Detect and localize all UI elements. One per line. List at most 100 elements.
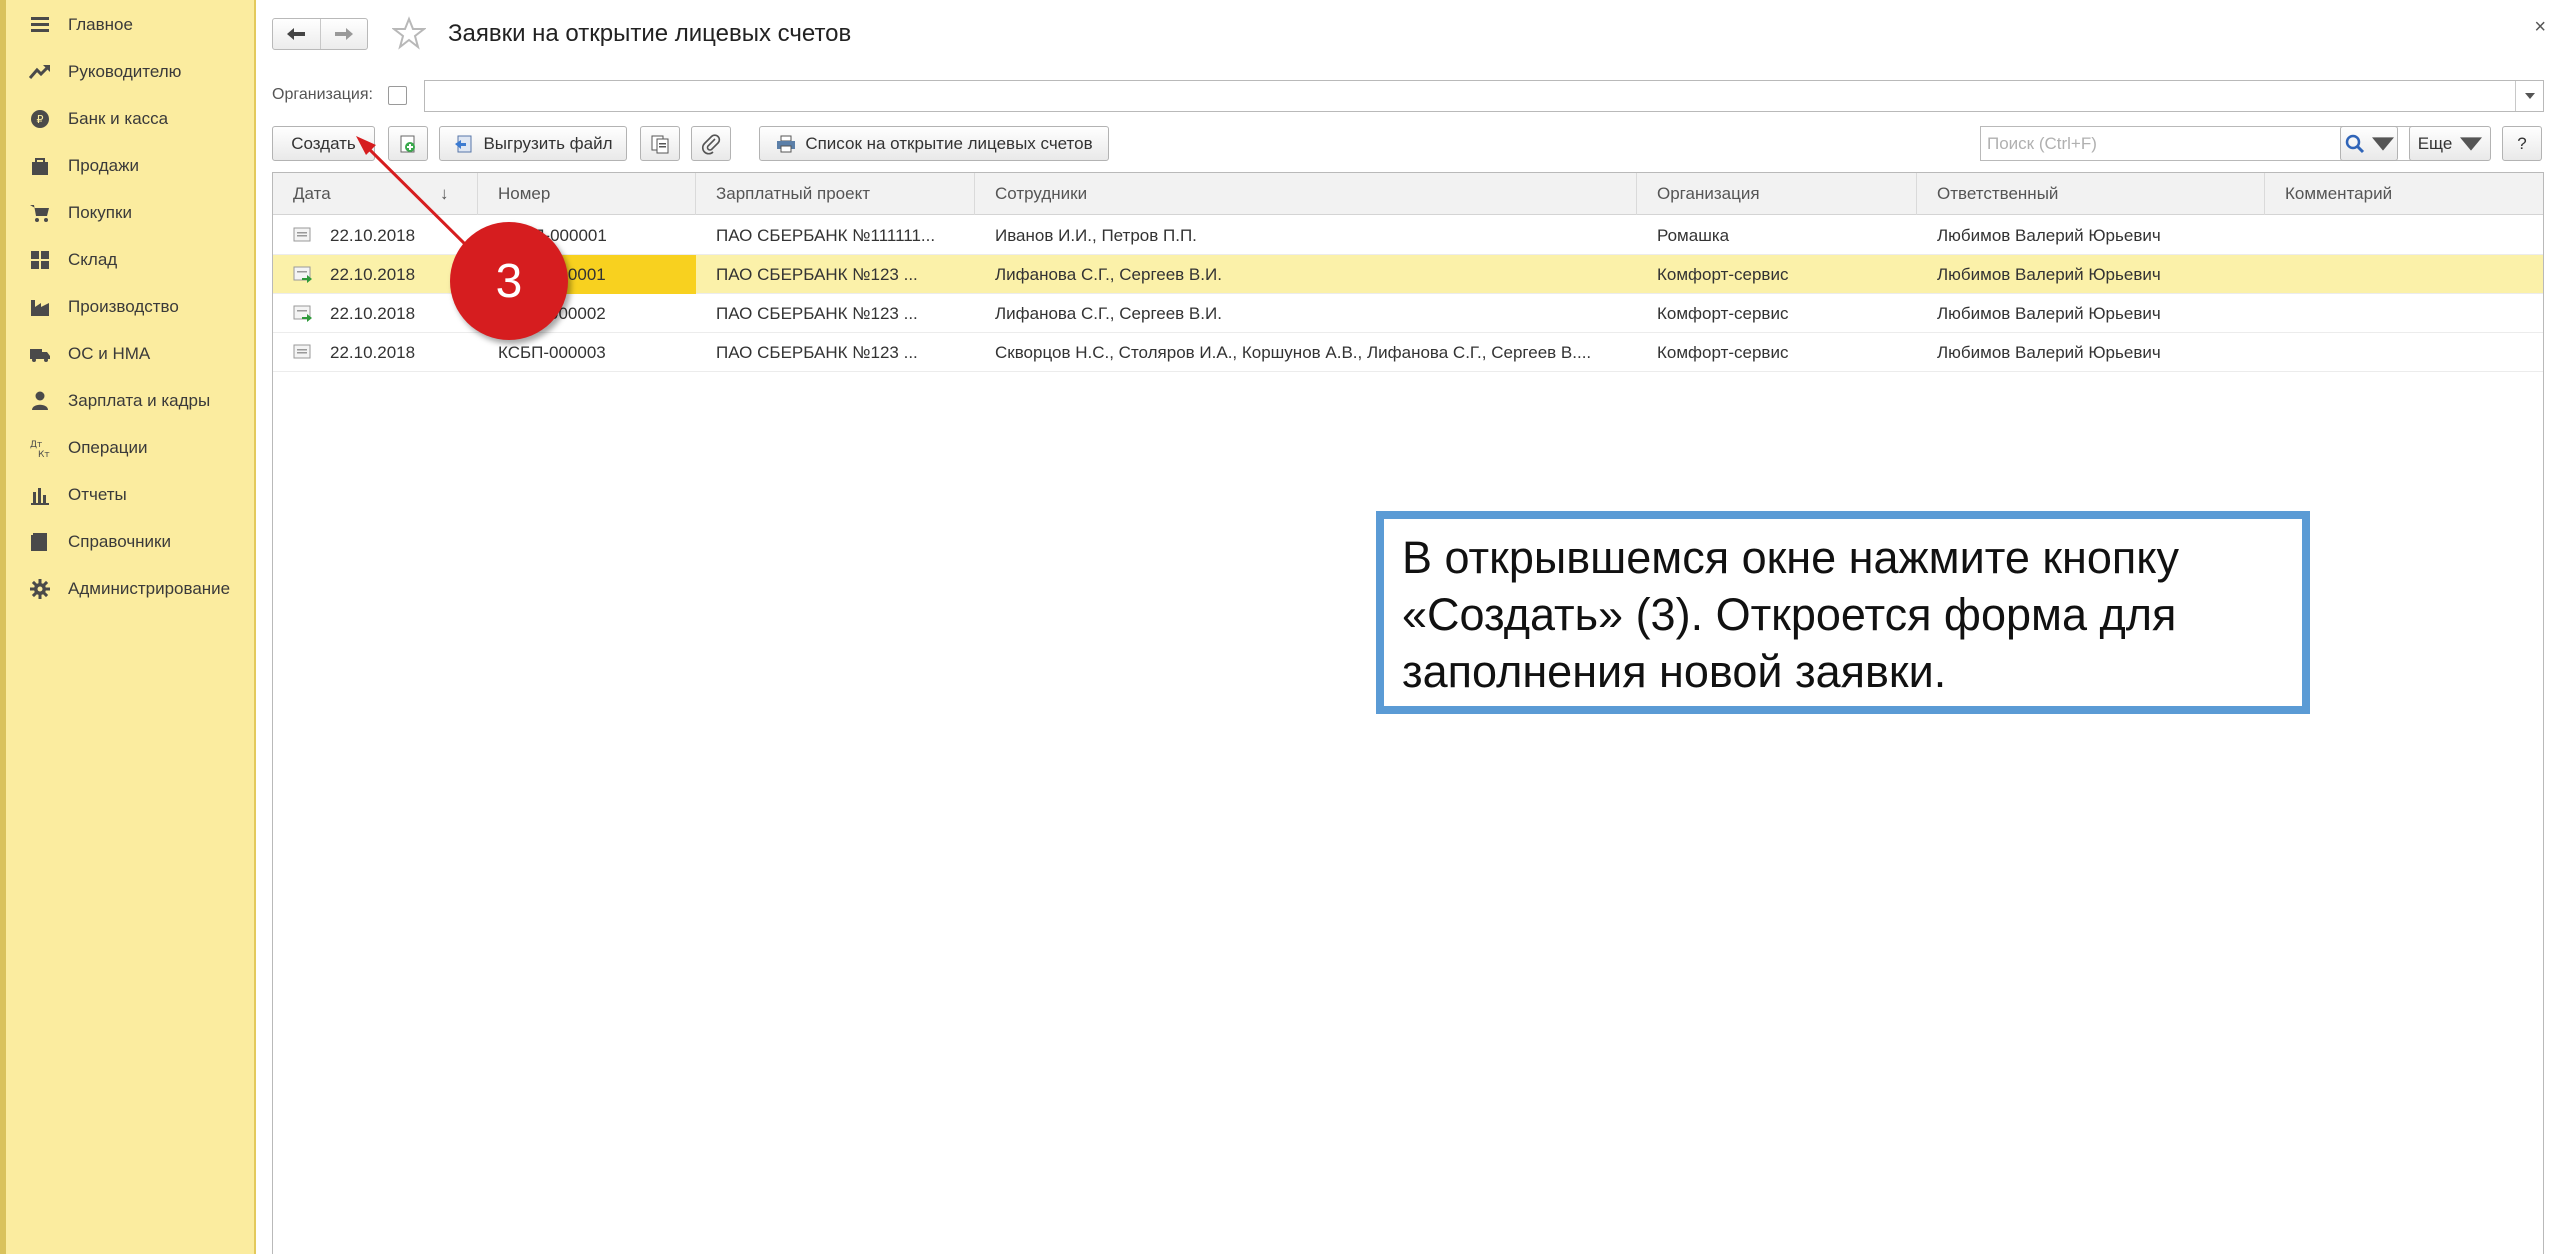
print-forms-button[interactable] xyxy=(640,126,680,161)
sidebar-item-references[interactable]: Справочники xyxy=(28,522,171,562)
cell-responsible: Любимов Валерий Юрьевич xyxy=(1937,226,2161,245)
help-button-label: ? xyxy=(2517,133,2527,153)
column-employees[interactable]: Сотрудники xyxy=(975,173,1637,215)
sidebar-item-bank[interactable]: ₽ Банк и касса xyxy=(28,99,168,139)
sidebar-item-label: Справочники xyxy=(68,532,171,551)
cell-organization: Комфорт-сервис xyxy=(1657,304,1789,323)
create-button-label: Создать xyxy=(291,133,356,153)
page-title: Заявки на открытие лицевых счетов xyxy=(448,20,852,47)
sidebar-item-label: Отчеты xyxy=(68,485,127,504)
sidebar-item-operations[interactable]: Дт Кт Операции xyxy=(28,428,148,468)
person-icon xyxy=(28,389,52,413)
export-file-label: Выгрузить файл xyxy=(483,133,613,153)
sidebar-item-purchases[interactable]: Покупки xyxy=(28,193,132,233)
help-button[interactable]: ? xyxy=(2502,126,2542,161)
add-document-icon xyxy=(400,135,415,152)
cell-comment xyxy=(2265,255,2543,294)
favorite-star-icon[interactable] xyxy=(392,16,426,50)
copy-button[interactable] xyxy=(388,126,428,161)
trend-icon xyxy=(28,60,52,84)
cell-comment xyxy=(2265,216,2543,255)
svg-text:Кт: Кт xyxy=(38,450,50,459)
sidebar-item-label: Руководителю xyxy=(68,62,182,81)
sidebar-item-label: Продажи xyxy=(68,156,139,175)
search-options-button[interactable] xyxy=(2340,126,2398,161)
gear-icon xyxy=(28,577,52,601)
sidebar-item-salary[interactable]: Зарплата и кадры xyxy=(28,381,210,421)
sidebar: Главное Руководителю ₽ Банк и касса Прод… xyxy=(0,0,256,1254)
cell-organization: Ромашка xyxy=(1657,226,1730,245)
cell-comment xyxy=(2265,333,2543,372)
cell-project: ПАО СБЕРБАНК №123 ... xyxy=(716,265,918,284)
sidebar-item-label: Покупки xyxy=(68,203,132,222)
cell-employees: Лифанова С.Г., Сергеев В.И. xyxy=(995,265,1222,284)
table-row[interactable]: 22.10.2018 КСБП-000002 ПАО СБЕРБАНК №123… xyxy=(273,294,2543,333)
history-nav xyxy=(272,18,368,50)
column-number[interactable]: Номер xyxy=(478,173,696,215)
cell-comment xyxy=(2265,294,2543,333)
cell-project: ПАО СБЕРБАНК №111111... xyxy=(716,226,936,245)
create-button[interactable]: Создать xyxy=(272,126,375,161)
sidebar-item-warehouse[interactable]: Склад xyxy=(28,240,117,280)
column-project[interactable]: Зарплатный проект xyxy=(696,173,975,215)
cell-responsible: Любимов Валерий Юрьевич xyxy=(1937,304,2161,323)
cell-employees: Иванов И.И., Петров П.П. xyxy=(995,226,1197,245)
posted-document-icon xyxy=(293,266,312,283)
grid-icon xyxy=(28,248,52,272)
svg-text:Дт: Дт xyxy=(30,440,42,450)
app-window: Главное Руководителю ₽ Банк и касса Прод… xyxy=(0,0,2560,1254)
sidebar-item-reports[interactable]: Отчеты xyxy=(28,475,127,515)
column-responsible[interactable]: Ответственный xyxy=(1917,173,2265,215)
cell-responsible: Любимов Валерий Юрьевич xyxy=(1937,343,2161,362)
cell-organization: Комфорт-сервис xyxy=(1657,343,1789,362)
sidebar-item-assets[interactable]: ОС и НМА xyxy=(28,334,150,374)
sidebar-item-manager[interactable]: Руководителю xyxy=(28,52,181,92)
chevron-down-icon[interactable] xyxy=(2515,81,2543,111)
sidebar-item-label: Зарплата и кадры xyxy=(68,391,211,410)
table-row-selected[interactable]: 22.10.2018 КСБП-000001 ПАО СБЕРБАНК №123… xyxy=(273,255,2543,294)
arrow-left-icon xyxy=(287,28,306,40)
back-button[interactable] xyxy=(273,19,320,49)
cart-icon xyxy=(28,201,52,225)
paperclip-icon xyxy=(702,133,721,154)
close-icon[interactable]: × xyxy=(2534,16,2546,39)
step-number: 3 xyxy=(495,254,523,308)
table-row[interactable]: 22.10.2018 ВСБП-000001 ПАО СБЕРБАНК №111… xyxy=(273,216,2543,255)
documents-icon xyxy=(651,135,669,153)
coin-icon: ₽ xyxy=(28,107,52,131)
organization-field[interactable] xyxy=(424,80,2544,112)
cell-date: 22.10.2018 xyxy=(330,226,416,245)
bar-chart-icon xyxy=(28,483,52,507)
attachment-button[interactable] xyxy=(691,126,731,161)
column-organization[interactable]: Организация xyxy=(1637,173,1917,215)
organization-checkbox[interactable] xyxy=(388,86,407,105)
truck-icon xyxy=(28,342,52,366)
sidebar-item-sales[interactable]: Продажи xyxy=(28,146,139,186)
book-icon xyxy=(28,530,52,554)
export-icon xyxy=(455,135,472,152)
sidebar-item-production[interactable]: Производство xyxy=(28,287,179,327)
forward-button[interactable] xyxy=(319,19,368,49)
more-button[interactable]: Еще xyxy=(2409,126,2491,161)
search-field[interactable]: × xyxy=(1980,126,2478,161)
sidebar-item-main[interactable]: Главное xyxy=(28,5,133,45)
posted-document-icon xyxy=(293,305,312,322)
sidebar-item-label: Администрирование xyxy=(68,579,231,598)
column-date[interactable]: Дата ↓ xyxy=(273,173,478,215)
instruction-text: В открывшемся окне нажмите кнопку «Созда… xyxy=(1402,532,2179,697)
operations-icon: Дт Кт xyxy=(28,436,52,460)
cell-organization: Комфорт-сервис xyxy=(1657,265,1789,284)
cell-employees: Лифанова С.Г., Сергеев В.И. xyxy=(995,304,1222,323)
table-row[interactable]: 22.10.2018 КСБП-000003 ПАО СБЕРБАНК №123… xyxy=(273,333,2543,372)
sidebar-item-admin[interactable]: Администрирование xyxy=(28,569,230,609)
export-file-button[interactable]: Выгрузить файл xyxy=(439,126,627,161)
cell-project: ПАО СБЕРБАНК №123 ... xyxy=(716,304,918,323)
accounts-list-button[interactable]: Список на открытие лицевых счетов xyxy=(759,126,1109,161)
cell-date: 22.10.2018 xyxy=(330,343,416,362)
menu-icon xyxy=(28,13,52,37)
search-icon xyxy=(2345,134,2365,153)
column-comment[interactable]: Комментарий xyxy=(2265,173,2543,215)
chevron-down-icon xyxy=(2372,136,2394,151)
cell-employees: Скворцов Н.С., Столяров И.А., Коршунов А… xyxy=(995,343,1592,362)
sidebar-item-label: ОС и НМА xyxy=(68,344,151,363)
